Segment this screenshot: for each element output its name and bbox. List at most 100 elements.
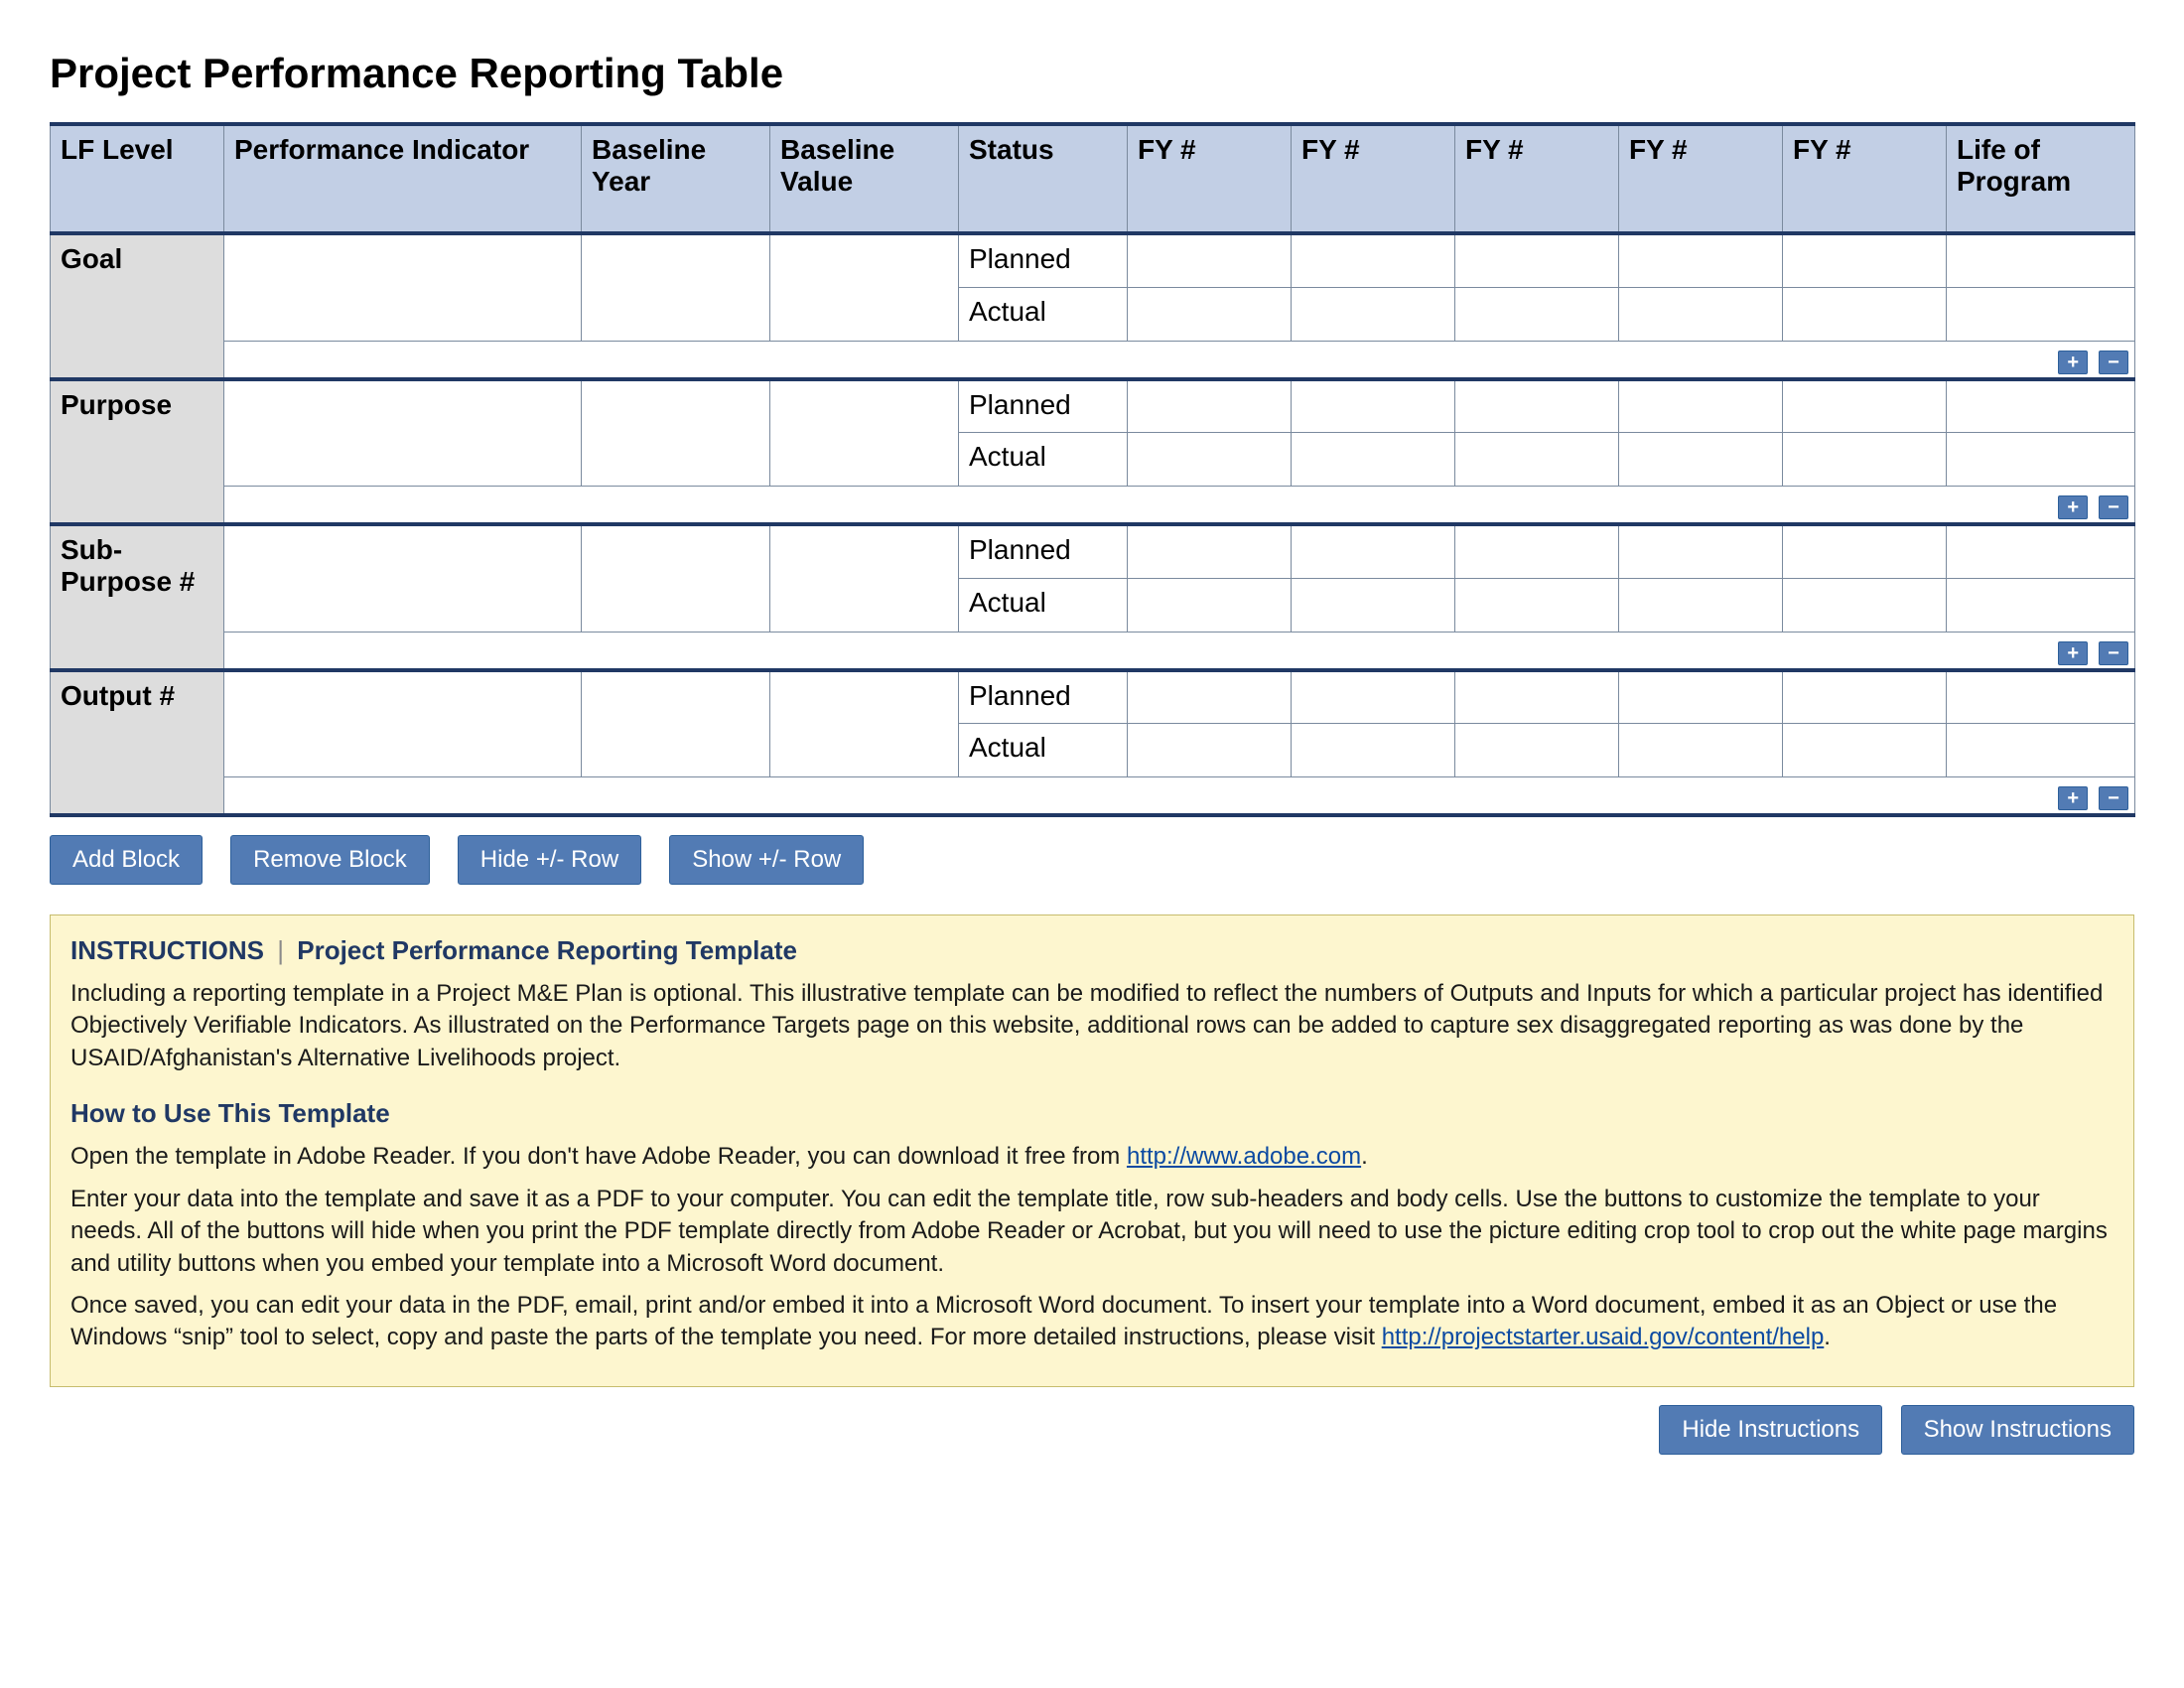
howto-heading: How to Use This Template — [70, 1096, 2114, 1131]
hide-row-button[interactable]: Hide +/- Row — [458, 835, 641, 885]
cell[interactable] — [1947, 524, 2135, 578]
status-planned: Planned — [959, 233, 1128, 287]
cell[interactable] — [1947, 233, 2135, 287]
instructions-panel: INSTRUCTIONS | Project Performance Repor… — [50, 914, 2134, 1387]
status-actual: Actual — [959, 724, 1128, 777]
cell[interactable] — [1292, 578, 1455, 632]
cell[interactable] — [1128, 670, 1292, 724]
hide-instructions-button[interactable]: Hide Instructions — [1659, 1405, 1882, 1455]
add-row-button[interactable]: + — [2058, 786, 2088, 810]
cell[interactable] — [1292, 524, 1455, 578]
help-link[interactable]: http://projectstarter.usaid.gov/content/… — [1382, 1324, 1825, 1350]
cell[interactable] — [1619, 724, 1783, 777]
cell[interactable] — [1128, 233, 1292, 287]
cell[interactable] — [1783, 524, 1947, 578]
cell[interactable] — [1619, 578, 1783, 632]
performance-table: LF Level Performance Indicator Baseline … — [50, 122, 2135, 817]
cell[interactable] — [1619, 670, 1783, 724]
util-row-goal: + − — [224, 341, 2135, 379]
cell[interactable] — [1292, 724, 1455, 777]
cell[interactable] — [1292, 670, 1455, 724]
cell[interactable] — [1455, 233, 1619, 287]
add-block-button[interactable]: Add Block — [50, 835, 203, 885]
cell[interactable] — [224, 670, 582, 777]
cell[interactable] — [1947, 287, 2135, 341]
show-row-button[interactable]: Show +/- Row — [669, 835, 864, 885]
cell[interactable] — [1783, 433, 1947, 487]
cell[interactable] — [582, 379, 770, 487]
add-row-button[interactable]: + — [2058, 641, 2088, 665]
col-fy2: FY # — [1292, 124, 1455, 233]
cell[interactable] — [1619, 433, 1783, 487]
cell[interactable] — [1619, 287, 1783, 341]
cell[interactable] — [1947, 379, 2135, 433]
cell[interactable] — [1455, 670, 1619, 724]
rowhead-goal: Goal — [51, 233, 224, 379]
cell[interactable] — [1619, 524, 1783, 578]
cell[interactable] — [1128, 724, 1292, 777]
cell[interactable] — [582, 670, 770, 777]
remove-row-button[interactable]: − — [2099, 351, 2128, 374]
cell[interactable] — [1947, 578, 2135, 632]
toolbar: Add Block Remove Block Hide +/- Row Show… — [50, 835, 2134, 885]
bottom-toolbar: Hide Instructions Show Instructions — [50, 1405, 2134, 1455]
cell[interactable] — [1947, 724, 2135, 777]
cell[interactable] — [1455, 524, 1619, 578]
text: Open the template in Adobe Reader. If yo… — [70, 1143, 1127, 1170]
cell[interactable] — [582, 524, 770, 632]
cell[interactable] — [1947, 433, 2135, 487]
cell[interactable] — [1783, 287, 1947, 341]
add-row-button[interactable]: + — [2058, 495, 2088, 519]
remove-row-button[interactable]: − — [2099, 495, 2128, 519]
cell[interactable] — [770, 379, 959, 487]
adobe-link[interactable]: http://www.adobe.com — [1127, 1143, 1361, 1170]
cell[interactable] — [1128, 524, 1292, 578]
cell[interactable] — [770, 233, 959, 341]
cell[interactable] — [224, 524, 582, 632]
cell[interactable] — [1128, 578, 1292, 632]
cell[interactable] — [224, 233, 582, 341]
cell[interactable] — [1783, 670, 1947, 724]
col-status: Status — [959, 124, 1128, 233]
text: . — [1824, 1324, 1831, 1350]
cell[interactable] — [1292, 233, 1455, 287]
cell[interactable] — [1455, 724, 1619, 777]
cell[interactable] — [582, 233, 770, 341]
status-planned: Planned — [959, 379, 1128, 433]
rowhead-output: Output # — [51, 670, 224, 816]
util-row-purpose: + − — [224, 487, 2135, 525]
col-fy5: FY # — [1783, 124, 1947, 233]
cell[interactable] — [1455, 433, 1619, 487]
cell[interactable] — [1455, 578, 1619, 632]
cell[interactable] — [1783, 578, 1947, 632]
cell[interactable] — [1783, 233, 1947, 287]
cell[interactable] — [1292, 287, 1455, 341]
cell[interactable] — [1128, 379, 1292, 433]
cell[interactable] — [1783, 379, 1947, 433]
cell[interactable] — [770, 670, 959, 777]
cell[interactable] — [1619, 379, 1783, 433]
remove-block-button[interactable]: Remove Block — [230, 835, 430, 885]
col-lf-level: LF Level — [51, 124, 224, 233]
show-instructions-button[interactable]: Show Instructions — [1901, 1405, 2134, 1455]
separator: | — [271, 935, 290, 965]
cell[interactable] — [770, 524, 959, 632]
cell[interactable] — [1783, 724, 1947, 777]
status-planned: Planned — [959, 670, 1128, 724]
instructions-para4: Once saved, you can edit your data in th… — [70, 1290, 2114, 1354]
cell[interactable] — [1947, 670, 2135, 724]
cell[interactable] — [1455, 379, 1619, 433]
cell[interactable] — [1455, 287, 1619, 341]
status-planned: Planned — [959, 524, 1128, 578]
cell[interactable] — [1292, 379, 1455, 433]
remove-row-button[interactable]: − — [2099, 641, 2128, 665]
cell[interactable] — [1128, 433, 1292, 487]
cell[interactable] — [224, 379, 582, 487]
status-actual: Actual — [959, 287, 1128, 341]
remove-row-button[interactable]: − — [2099, 786, 2128, 810]
util-row-subpurpose: + − — [224, 632, 2135, 670]
cell[interactable] — [1619, 233, 1783, 287]
cell[interactable] — [1292, 433, 1455, 487]
cell[interactable] — [1128, 287, 1292, 341]
add-row-button[interactable]: + — [2058, 351, 2088, 374]
